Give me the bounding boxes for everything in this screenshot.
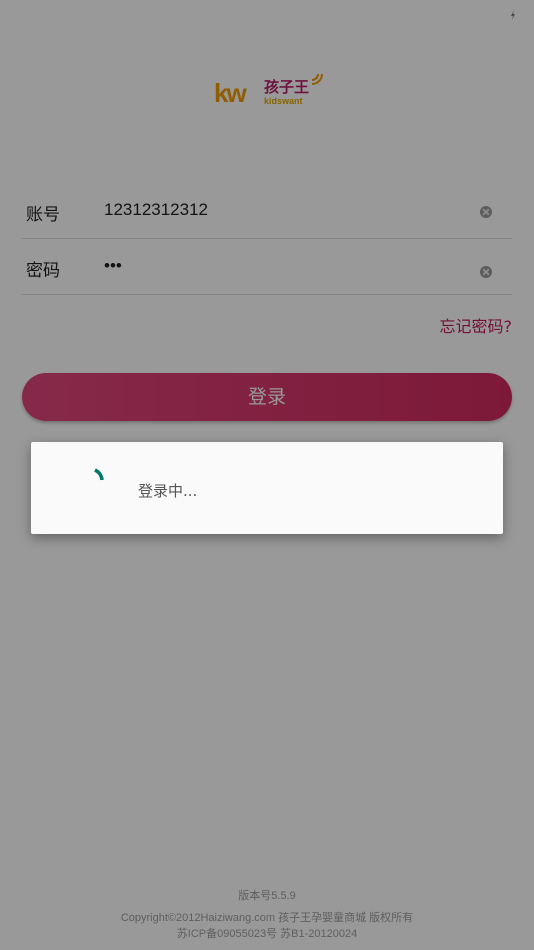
spinner-icon	[94, 468, 104, 481]
loading-message: 登录中...	[138, 482, 198, 500]
loading-dialog: 登录中...	[31, 442, 503, 534]
